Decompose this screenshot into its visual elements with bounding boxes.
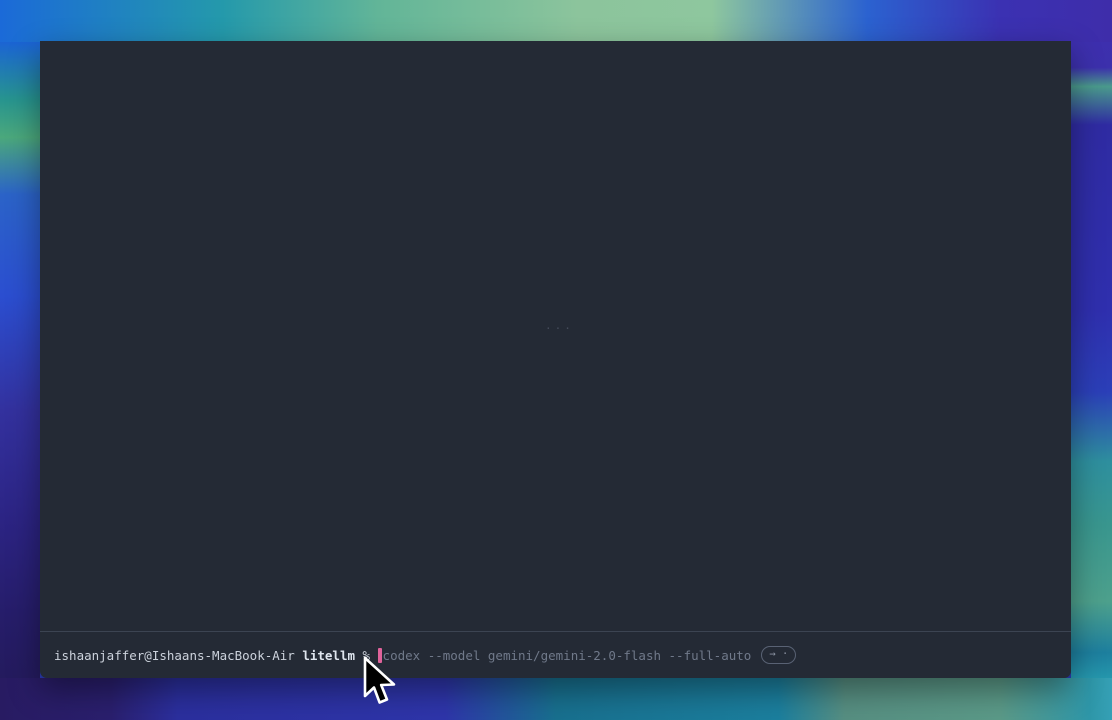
terminal-window[interactable]: ··· ishaanjaffer@Ishaans-MacBook-Air lit… [40, 41, 1071, 678]
wallpaper-band-right [1071, 42, 1112, 678]
wallpaper-band-bottom [0, 678, 1112, 720]
wallpaper-band-top [0, 0, 1112, 42]
prompt-directory: litellm [302, 648, 355, 663]
prompt-symbol: % [363, 648, 371, 663]
wallpaper-band-left [0, 42, 40, 678]
terminal-output-ellipsis: ··· [545, 322, 574, 335]
terminal-command-input[interactable]: ishaanjaffer@Ishaans-MacBook-Air litellm… [40, 631, 1071, 678]
accept-suggestion-hint-badge: → · [761, 646, 796, 664]
command-autosuggestion: codex --model gemini/gemini-2.0-flash --… [383, 648, 752, 663]
prompt-user-host: ishaanjaffer@Ishaans-MacBook-Air [54, 648, 295, 663]
text-cursor-caret [378, 648, 382, 663]
